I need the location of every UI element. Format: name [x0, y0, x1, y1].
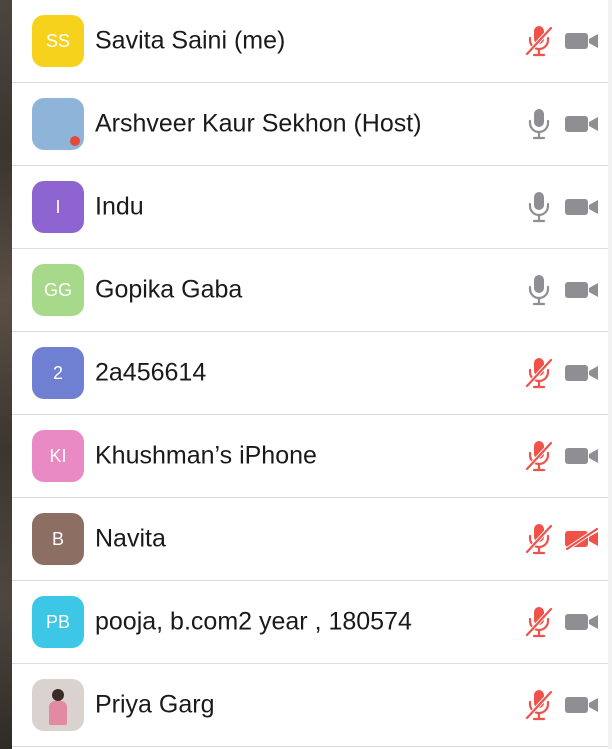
- avatar-initials: I: [55, 196, 61, 217]
- microphone-muted-icon[interactable]: [524, 24, 554, 58]
- microphone-icon[interactable]: [524, 107, 554, 141]
- video-camera-icon[interactable]: [564, 611, 600, 633]
- participant-row[interactable]: I Indu: [12, 166, 608, 249]
- participant-name: Arshveer Kaur Sekhon (Host): [95, 109, 422, 138]
- avatar: GG: [32, 264, 84, 316]
- video-camera-icon[interactable]: [564, 279, 600, 301]
- avatar-photo: [32, 98, 84, 150]
- video-camera-icon[interactable]: [564, 362, 600, 384]
- participant-row[interactable]: B Navita: [12, 498, 608, 581]
- video-camera-icon[interactable]: [564, 445, 600, 467]
- video-camera-icon[interactable]: [564, 694, 600, 716]
- avatar-initials: 2: [52, 362, 63, 383]
- microphone-icon[interactable]: [524, 273, 554, 307]
- participant-name: Navita: [95, 524, 166, 553]
- avatar: B: [32, 513, 84, 565]
- avatar-initials: B: [51, 528, 64, 549]
- participants-list: SS Savita Saini (me) Arshveer Kaur Sekhon …: [12, 0, 608, 749]
- video-camera-icon[interactable]: [564, 113, 600, 135]
- avatar: SS: [32, 15, 84, 67]
- participant-row[interactable]: PB pooja, b.com2 year , 180574: [12, 581, 608, 664]
- microphone-icon[interactable]: [524, 190, 554, 224]
- avatar-initials: SS: [45, 30, 70, 51]
- microphone-muted-icon[interactable]: [524, 522, 554, 556]
- participant-name: Indu: [95, 192, 144, 221]
- participant-name: pooja, b.com2 year , 180574: [95, 607, 412, 636]
- avatar: I: [32, 181, 84, 233]
- background-strip: [0, 0, 12, 749]
- avatar-photo: [32, 679, 84, 731]
- video-camera-icon[interactable]: [564, 30, 600, 52]
- participant-row[interactable]: SS Savita Saini (me): [12, 0, 608, 83]
- microphone-muted-icon[interactable]: [524, 688, 554, 722]
- avatar-initials: PB: [45, 611, 70, 632]
- microphone-muted-icon[interactable]: [524, 605, 554, 639]
- avatar-initials: GG: [43, 279, 72, 300]
- participant-name: Savita Saini (me): [95, 26, 286, 55]
- avatar: 2: [32, 347, 84, 399]
- participant-name: Priya Garg: [95, 690, 215, 719]
- avatar-initials: KI: [49, 445, 67, 466]
- microphone-muted-icon[interactable]: [524, 439, 554, 473]
- participant-row[interactable]: KI Khushman’s iPhone: [12, 415, 608, 498]
- participant-row[interactable]: GG Gopika Gaba: [12, 249, 608, 332]
- participant-name: Gopika Gaba: [95, 275, 243, 304]
- participant-row[interactable]: 2 2a456614: [12, 332, 608, 415]
- participant-name: 2a456614: [95, 358, 207, 387]
- right-edge: [608, 0, 612, 749]
- video-camera-icon[interactable]: [564, 196, 600, 218]
- microphone-muted-icon[interactable]: [524, 356, 554, 390]
- avatar: KI: [32, 430, 84, 482]
- participant-row[interactable]: Priya Garg: [12, 664, 608, 747]
- video-camera-off-icon[interactable]: [564, 527, 600, 551]
- avatar: PB: [32, 596, 84, 648]
- participant-row[interactable]: Arshveer Kaur Sekhon (Host): [12, 83, 608, 166]
- participant-name: Khushman’s iPhone: [95, 441, 317, 470]
